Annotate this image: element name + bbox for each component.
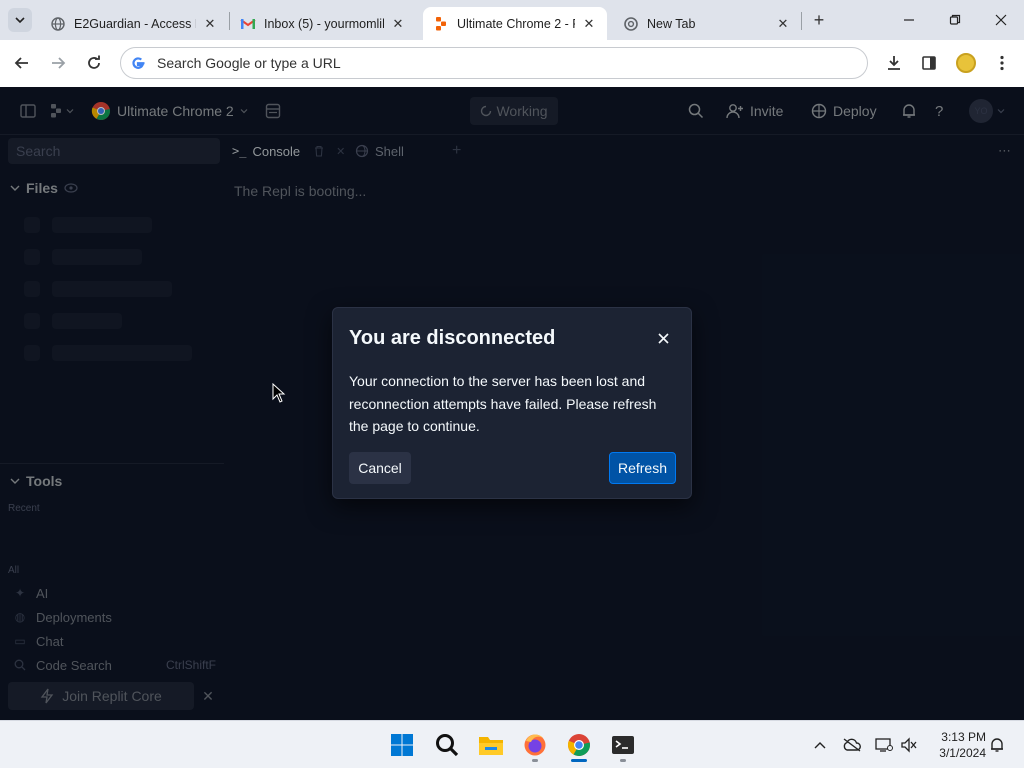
tab-search-button[interactable]	[8, 8, 32, 32]
close-tab-icon[interactable]: ✕	[581, 16, 597, 32]
chrome-icon	[623, 16, 639, 32]
windows-taskbar: 3:13 PM 3/1/2024	[0, 720, 1024, 768]
gmail-icon	[240, 16, 256, 32]
folder-icon	[479, 737, 503, 755]
show-hidden-icons-button[interactable]	[808, 733, 832, 757]
bell-icon	[991, 738, 1003, 752]
browser-tab-replit[interactable]: Ultimate Chrome 2 - R ✕	[423, 7, 607, 40]
replit-icon	[433, 16, 449, 32]
running-indicator	[532, 759, 538, 762]
start-button[interactable]	[386, 729, 418, 761]
firefox-button[interactable]	[519, 729, 551, 761]
onedrive-button[interactable]	[840, 733, 864, 757]
chevron-down-icon	[15, 17, 25, 24]
system-clock[interactable]: 3:13 PM 3/1/2024	[926, 729, 986, 761]
active-indicator	[571, 759, 587, 762]
new-tab-button[interactable]: +	[808, 9, 830, 31]
browser-tab-new-tab[interactable]: New Tab ✕	[613, 7, 801, 40]
browser-toolbar	[0, 40, 1024, 87]
firefox-icon	[524, 734, 546, 756]
running-indicator	[620, 759, 626, 762]
restore-icon	[949, 14, 961, 25]
dialog-title: You are disconnected	[349, 327, 556, 349]
close-tab-icon[interactable]: ✕	[775, 16, 791, 32]
notification-center-button[interactable]	[985, 733, 1009, 757]
clock-date: 3/1/2024	[939, 746, 986, 760]
close-icon	[995, 14, 1007, 26]
google-icon	[129, 54, 147, 72]
file-explorer-button[interactable]	[475, 729, 507, 761]
taskbar-search-button[interactable]	[431, 729, 463, 761]
back-button[interactable]	[9, 50, 35, 76]
network-icon	[875, 738, 893, 752]
terminal-icon	[612, 736, 634, 754]
arrow-left-icon	[14, 57, 28, 69]
browser-tab-strip: E2Guardian - Access De ✕ Inbox (5) - you…	[0, 0, 1024, 40]
download-icon	[888, 56, 900, 70]
clock-time: 3:13 PM	[941, 730, 986, 744]
volume-muted-icon	[901, 737, 917, 753]
browser-tab-e2guardian[interactable]: E2Guardian - Access De ✕	[40, 7, 228, 40]
profile-avatar[interactable]	[956, 53, 976, 73]
dialog-message: Your connection to the server has been l…	[349, 373, 657, 434]
minimize-icon	[904, 19, 914, 21]
forward-button[interactable]	[45, 50, 71, 76]
cloud-off-icon	[843, 738, 861, 752]
restore-button[interactable]	[932, 0, 978, 40]
mouse-cursor-icon	[272, 383, 286, 403]
more-vertical-icon	[1000, 55, 1004, 71]
chevron-up-icon	[814, 742, 826, 749]
arrow-right-icon	[52, 57, 66, 69]
close-window-button[interactable]	[978, 0, 1024, 40]
close-icon	[657, 332, 669, 344]
reload-button[interactable]	[81, 50, 107, 76]
tab-title: Ultimate Chrome 2 - R	[457, 16, 575, 31]
reload-icon	[88, 55, 100, 69]
refresh-button[interactable]: Refresh	[609, 452, 676, 484]
cancel-button[interactable]: Cancel	[349, 452, 411, 484]
tab-title: Inbox (5) - yourmomlik	[264, 16, 384, 31]
tab-separator	[801, 12, 802, 30]
chrome-menu-button[interactable]	[989, 50, 1015, 76]
windows-logo-icon	[391, 734, 413, 756]
close-tab-icon[interactable]: ✕	[202, 16, 218, 32]
close-tab-icon[interactable]: ✕	[390, 16, 406, 32]
chrome-taskbar-button[interactable]	[563, 729, 595, 761]
browser-tab-inbox[interactable]: Inbox (5) - yourmomlik ✕	[230, 7, 416, 40]
volume-button[interactable]	[897, 733, 921, 757]
globe-icon	[50, 16, 66, 32]
downloads-button[interactable]	[881, 50, 907, 76]
dialog-close-button[interactable]	[653, 328, 673, 348]
search-icon	[436, 734, 459, 757]
tab-title: E2Guardian - Access De	[74, 16, 196, 31]
url-input[interactable]	[157, 55, 807, 71]
disconnected-dialog: You are disconnected Your connection to …	[332, 307, 692, 499]
plus-icon: +	[813, 9, 825, 30]
chrome-logo-icon	[567, 734, 590, 756]
network-button[interactable]	[872, 733, 896, 757]
terminal-button[interactable]	[607, 729, 639, 761]
side-panel-button[interactable]	[916, 50, 942, 76]
minimize-button[interactable]	[886, 0, 932, 40]
tab-title: New Tab	[647, 16, 696, 31]
side-panel-icon	[922, 56, 936, 70]
address-bar[interactable]	[120, 47, 868, 79]
